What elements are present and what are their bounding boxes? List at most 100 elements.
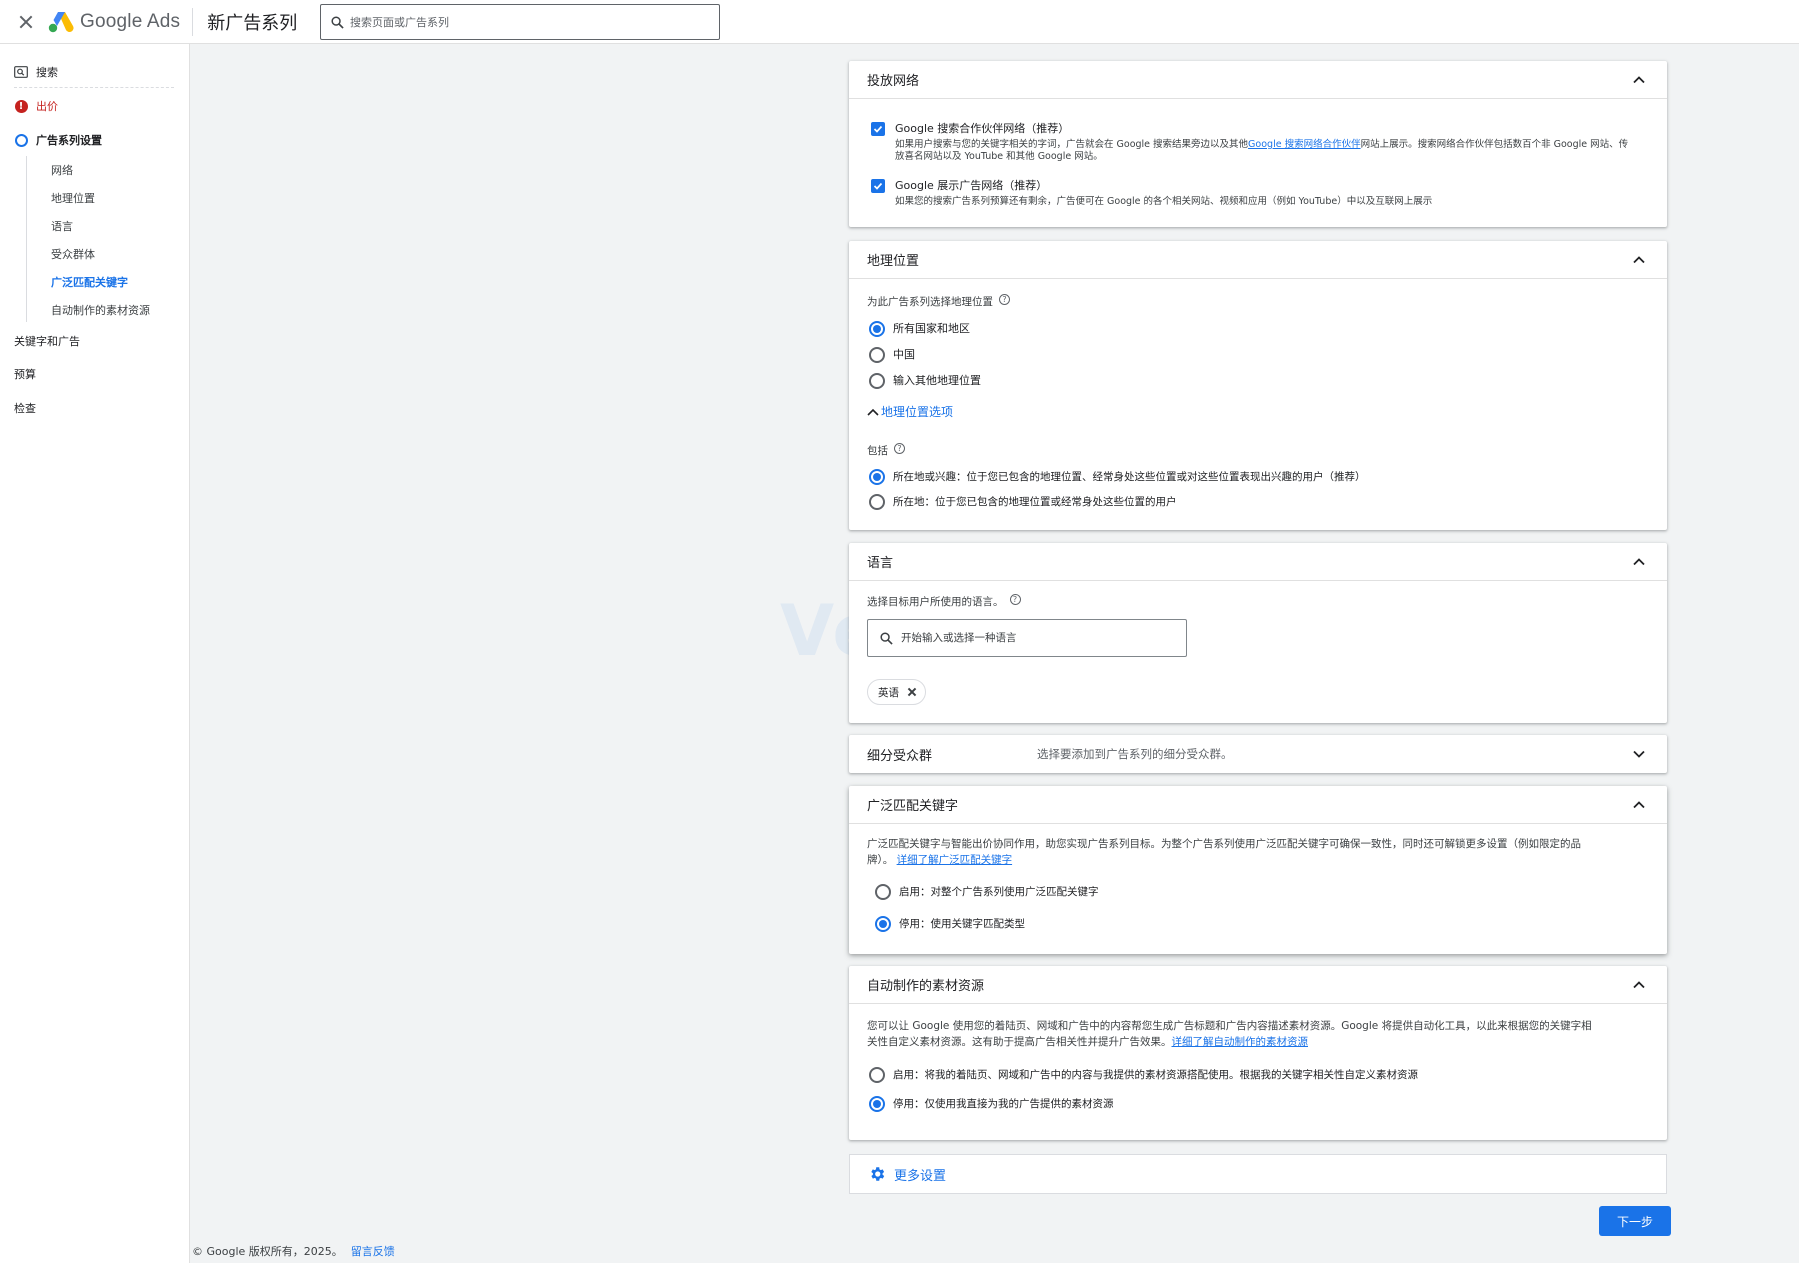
sidebar: 搜索 ! 出价 广告系列设置 网络 地理位置 语言 受众群体 广泛匹配关键字 自… <box>0 44 190 1263</box>
auto-assets-learn-more[interactable]: 详细了解自动制作的素材资源 <box>1172 1036 1309 1048</box>
location-options-toggle[interactable]: 地理位置选项 <box>867 403 953 420</box>
include-option-presence[interactable]: 所在地：位于您已包含的地理位置或经常身处这些位置的用户 <box>869 494 1177 510</box>
sidebar-item-review[interactable]: 检查 <box>14 400 36 416</box>
feedback-link[interactable]: 留言反馈 <box>351 1245 395 1258</box>
broad-match-learn-more[interactable]: 详细了解广泛匹配关键字 <box>897 854 1013 866</box>
sidebar-label-bidding: 出价 <box>36 100 58 113</box>
networks-header[interactable]: 投放网络 <box>849 61 1667 99</box>
radio-selected[interactable] <box>869 321 885 337</box>
audience-card[interactable]: 细分受众群 选择要添加到广告系列的细分受众群。 <box>849 735 1667 773</box>
location-options-link[interactable]: 地理位置选项 <box>881 403 953 420</box>
display-network-option[interactable]: Google 展示广告网络（推荐） 如果您的搜索广告系列预算还有剩余，广告便可在… <box>871 178 1651 208</box>
sidebar-item-auto-assets[interactable]: 自动制作的素材资源 <box>51 302 150 318</box>
auto-assets-header[interactable]: 自动制作的素材资源 <box>849 966 1667 1004</box>
location-option-all[interactable]: 所有国家和地区 <box>869 321 970 337</box>
chevron-up-icon[interactable] <box>1633 799 1645 811</box>
location-header[interactable]: 地理位置 <box>849 241 1667 279</box>
sidebar-label-search: 搜索 <box>36 66 58 79</box>
sidebar-sub-line <box>26 156 27 322</box>
auto-assets-on-option[interactable]: 启用：将我的着陆页、网域和广告中的内容与我提供的素材资源搭配使用。根据我的关键字… <box>869 1067 1418 1083</box>
progress-ring-wrap <box>14 133 28 147</box>
sidebar-label-budget: 预算 <box>14 368 36 381</box>
next-button[interactable]: 下一步 <box>1599 1206 1671 1236</box>
radio-unselected[interactable] <box>875 884 891 900</box>
broad-match-card: 广泛匹配关键字 广泛匹配关键字与智能出价协同作用，助您实现广告系列目标。为整个广… <box>849 786 1667 954</box>
location-prompt: 为此广告系列选择地理位置? <box>867 294 1010 310</box>
auto-assets-on-label: 启用：将我的着陆页、网域和广告中的内容与我提供的素材资源搭配使用。根据我的关键字… <box>893 1069 1418 1081</box>
networks-card: 投放网络 Google 搜索合作伙伴网络（推荐） 如果用户搜索与您的关键字相关的… <box>849 61 1667 227</box>
broad-match-off-label: 停用：使用关键字匹配类型 <box>899 918 1025 930</box>
help-icon[interactable]: ? <box>1009 594 1021 605</box>
sidebar-item-broad-match[interactable]: 广泛匹配关键字 <box>51 274 128 290</box>
language-chip-label: 英语 <box>878 686 899 699</box>
include-option-interest-label: 所在地或兴趣：位于您已包含的地理位置、经常身处这些位置或对这些位置表现出兴趣的用… <box>893 471 1366 483</box>
language-header[interactable]: 语言 <box>849 543 1667 581</box>
chevron-up-icon[interactable] <box>1633 556 1645 568</box>
broad-match-desc-line2: 牌）。 <box>867 854 894 866</box>
audience-header[interactable]: 细分受众群 选择要添加到广告系列的细分受众群。 <box>849 735 1667 773</box>
sidebar-item-keywords-ads[interactable]: 关键字和广告 <box>14 333 80 349</box>
language-search-box[interactable] <box>867 619 1187 657</box>
radio-unselected[interactable] <box>869 1067 885 1083</box>
remove-icon[interactable] <box>907 687 917 697</box>
search-box[interactable] <box>320 4 720 40</box>
search-icon <box>880 631 893 645</box>
display-network-desc: 如果您的搜索广告系列预算还有剩余，广告便可在 Google 的各个相关网站、视频… <box>895 196 1433 207</box>
search-partners-text: Google 搜索合作伙伴网络（推荐） 如果用户搜索与您的关键字相关的字词，广告… <box>895 121 1628 163</box>
chevron-up-icon[interactable] <box>1633 74 1645 86</box>
search-partners-link[interactable]: Google 搜索网络合作伙伴 <box>1248 139 1361 150</box>
sidebar-item-networks[interactable]: 网络 <box>51 162 73 178</box>
sidebar-divider <box>14 87 174 88</box>
include-option-interest[interactable]: 所在地或兴趣：位于您已包含的地理位置、经常身处这些位置或对这些位置表现出兴趣的用… <box>869 469 1366 485</box>
chevron-up-icon <box>867 408 879 416</box>
sidebar-item-bidding[interactable]: ! 出价 <box>14 98 58 114</box>
search-partners-option[interactable]: Google 搜索合作伙伴网络（推荐） 如果用户搜索与您的关键字相关的字词，广告… <box>871 121 1651 163</box>
language-input[interactable] <box>901 632 1171 644</box>
broad-match-off-option[interactable]: 停用：使用关键字匹配类型 <box>875 916 1025 932</box>
broad-match-title: 广泛匹配关键字 <box>867 799 959 814</box>
language-prompt: 选择目标用户所使用的语言。? <box>867 594 1021 610</box>
auto-assets-title: 自动制作的素材资源 <box>867 979 985 994</box>
sidebar-item-language[interactable]: 语言 <box>51 218 73 234</box>
chevron-up-icon[interactable] <box>1633 979 1645 991</box>
display-network-checkbox[interactable] <box>871 179 885 193</box>
radio-unselected[interactable] <box>869 347 885 363</box>
location-card: 地理位置 为此广告系列选择地理位置? 所有国家和地区 中国 输入其他地理位置 地… <box>849 241 1667 530</box>
networks-title: 投放网络 <box>867 74 920 89</box>
sidebar-item-budget[interactable]: 预算 <box>14 366 36 382</box>
help-icon[interactable]: ? <box>894 443 905 454</box>
search-input[interactable] <box>350 15 690 29</box>
search-partners-checkbox[interactable] <box>871 122 885 136</box>
radio-unselected[interactable] <box>869 494 885 510</box>
search-partners-desc-line2: 放喜名网站以及 YouTube 和其他 Google 网站。 <box>895 151 1103 162</box>
location-option-china[interactable]: 中国 <box>869 347 915 363</box>
audience-title: 细分受众群 <box>867 748 933 764</box>
broad-match-on-option[interactable]: 启用：对整个广告系列使用广泛匹配关键字 <box>875 884 1099 900</box>
help-icon[interactable]: ? <box>999 294 1010 305</box>
chevron-up-icon[interactable] <box>1633 254 1645 266</box>
radio-selected[interactable] <box>869 1096 885 1112</box>
auto-assets-off-option[interactable]: 停用：仅使用我直接为我的广告提供的素材资源 <box>869 1096 1114 1112</box>
display-network-label: Google 展示广告网络（推荐） <box>895 179 1048 192</box>
sidebar-item-location[interactable]: 地理位置 <box>51 190 95 206</box>
gear-icon <box>871 1167 885 1181</box>
location-option-other[interactable]: 输入其他地理位置 <box>869 373 981 389</box>
location-option-china-label: 中国 <box>893 348 915 361</box>
sidebar-item-campaign-settings[interactable]: 广告系列设置 <box>14 132 102 148</box>
more-settings-label: 更多设置 <box>894 1168 947 1184</box>
broad-match-on-label: 启用：对整个广告系列使用广泛匹配关键字 <box>899 886 1099 898</box>
sidebar-label-campaign-settings: 广告系列设置 <box>36 134 102 147</box>
auto-assets-card: 自动制作的素材资源 您可以让 Google 使用您的着陆页、网域和广告中的内容帮… <box>849 966 1667 1140</box>
radio-unselected[interactable] <box>869 373 885 389</box>
radio-selected[interactable] <box>875 916 891 932</box>
radio-selected[interactable] <box>869 469 885 485</box>
sidebar-item-audience[interactable]: 受众群体 <box>51 246 95 262</box>
close-icon[interactable] <box>16 12 36 32</box>
chevron-down-icon[interactable] <box>1633 748 1645 760</box>
sidebar-item-search[interactable]: 搜索 <box>14 64 58 80</box>
broad-match-desc-line1: 广泛匹配关键字与智能出价协同作用，助您实现广告系列目标。为整个广告系列使用广泛匹… <box>867 838 1581 850</box>
more-settings-row[interactable]: 更多设置 <box>849 1154 1667 1194</box>
broad-match-header[interactable]: 广泛匹配关键字 <box>849 786 1667 824</box>
copyright-text: © Google 版权所有，2025。 <box>192 1245 343 1258</box>
location-prompt-text: 为此广告系列选择地理位置 <box>867 296 993 308</box>
